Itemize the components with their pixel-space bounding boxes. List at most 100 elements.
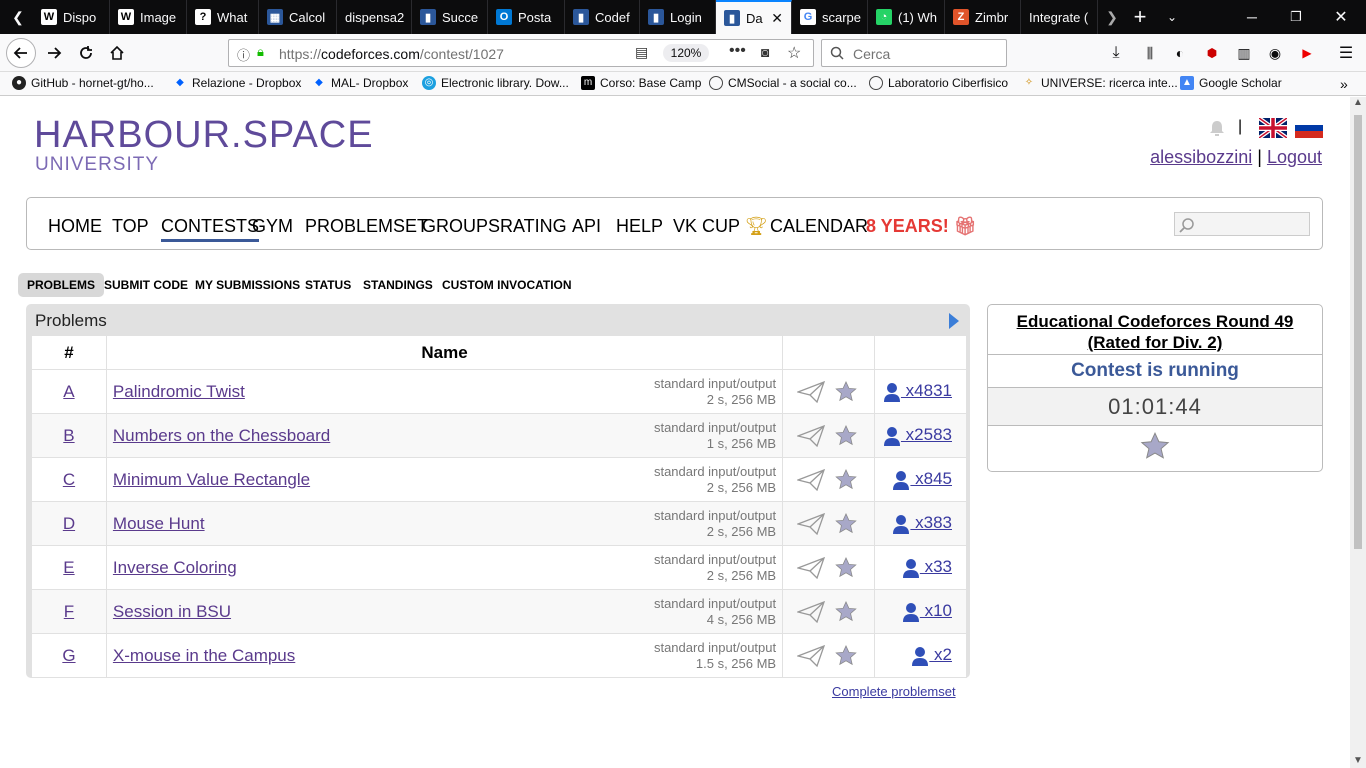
problem-name-link[interactable]: Numbers on the Chessboard [113, 426, 330, 445]
browser-tab[interactable]: ▮ Da ✕ [716, 0, 792, 34]
sidebar-icon[interactable]: ▥ [1230, 39, 1258, 67]
menu-gym[interactable]: GYM [252, 216, 293, 237]
bookmark-item[interactable]: ▲ Google Scholar [1180, 76, 1282, 90]
forward-button[interactable] [40, 39, 68, 67]
star-icon[interactable] [835, 381, 857, 402]
browser-tab[interactable]: ▮ Login [640, 0, 716, 34]
site-logo-subtitle[interactable]: UNIVERSITY [35, 154, 159, 176]
problem-name-link[interactable]: X-mouse in the Campus [113, 646, 295, 665]
submit-plane-icon[interactable] [797, 424, 826, 447]
browser-tab[interactable]: ? What [187, 0, 259, 34]
username-link[interactable]: alessibozzini [1150, 147, 1252, 167]
submit-plane-icon[interactable] [797, 380, 826, 403]
browser-tab[interactable]: Gscarpe [792, 0, 868, 34]
browser-tab[interactable]: ▦ Calcol [259, 0, 337, 34]
bookmark-star-icon[interactable]: ☆ [787, 43, 801, 63]
russian-flag-icon[interactable] [1295, 118, 1323, 138]
browser-tab[interactable]: ▮ Succe [412, 0, 488, 34]
bookmark-item[interactable]: m Corso: Base Camp [581, 76, 701, 90]
menu-contests[interactable]: CONTESTS [161, 216, 260, 242]
solved-count-link[interactable]: x10 [902, 601, 952, 622]
page-actions-icon[interactable]: ••• [729, 42, 746, 60]
tabs-scroll-right-icon[interactable]: ❯ [1098, 3, 1126, 31]
lock-icon[interactable]: 🔒︎ [257, 44, 264, 60]
minimize-icon[interactable]: ─ [1238, 3, 1266, 31]
youtube-icon[interactable]: ▶ [1293, 39, 1321, 67]
extension-2-icon[interactable]: ◉ [1261, 39, 1289, 67]
submit-plane-icon[interactable] [797, 600, 826, 623]
menu-api[interactable]: API [572, 216, 601, 237]
problem-index-link[interactable]: E [63, 558, 74, 577]
problem-index-link[interactable]: C [63, 470, 75, 489]
menu-8-years[interactable]: 8 YEARS! 🎁︎ [866, 216, 977, 237]
menu-groups[interactable]: GROUPS [422, 216, 500, 237]
submit-plane-icon[interactable] [797, 556, 826, 579]
problem-index-link[interactable]: B [63, 426, 74, 445]
tab-my-submissions[interactable]: MY SUBMISSIONS [195, 273, 300, 297]
browser-tab[interactable]: W Dispo [33, 0, 110, 34]
problem-index-link[interactable]: G [62, 646, 75, 665]
extension-icon[interactable]: ◐ [1166, 39, 1194, 67]
submit-plane-icon[interactable] [797, 468, 826, 491]
browser-tab[interactable]: dispensa2 [337, 0, 412, 34]
complete-problemset-link[interactable]: Complete problemset [832, 684, 956, 699]
star-icon[interactable] [835, 557, 857, 578]
site-logo[interactable]: HARBOUR.SPACE [34, 114, 374, 157]
bookmarks-overflow-icon[interactable]: » [1340, 76, 1348, 92]
problem-name-link[interactable]: Palindromic Twist [113, 382, 245, 401]
solved-count-link[interactable]: x383 [892, 513, 952, 534]
menu-home[interactable]: HOME [48, 216, 102, 237]
browser-tab[interactable]: ◔ (1) Wh [868, 0, 945, 34]
tab-close-icon[interactable]: ✕ [771, 10, 783, 27]
problem-name-link[interactable]: Minimum Value Rectangle [113, 470, 310, 489]
site-search-input[interactable] [1174, 212, 1310, 236]
back-button[interactable] [6, 38, 36, 68]
problem-index-link[interactable]: A [63, 382, 74, 401]
hamburger-menu-icon[interactable]: ☰ [1332, 39, 1360, 67]
solved-count-link[interactable]: x2 [911, 645, 952, 666]
menu-top[interactable]: TOP [112, 216, 149, 237]
star-icon[interactable] [835, 425, 857, 446]
bookmark-item[interactable]: ◎ Electronic library. Dow... [422, 76, 569, 90]
url-text[interactable]: https://codeforces.com/contest/1027 [279, 46, 504, 62]
solved-count-link[interactable]: x845 [892, 469, 952, 490]
notification-bell-icon[interactable] [1207, 118, 1227, 138]
info-icon[interactable]: ⓘ [237, 45, 250, 64]
browser-tab[interactable]: ▮ Codef [565, 0, 640, 34]
tabs-scroll-left-icon[interactable]: ❮ [4, 3, 32, 31]
problem-name-link[interactable]: Inverse Coloring [113, 558, 237, 577]
tab-custom-invocation[interactable]: CUSTOM INVOCATION [442, 273, 572, 297]
bookmark-item[interactable]: ✧ UNIVERSE: ricerca inte... [1022, 76, 1178, 90]
favourite-contest[interactable] [988, 426, 1322, 470]
scroll-down-icon[interactable]: ▼ [1353, 755, 1363, 766]
problem-name-link[interactable]: Session in BSU [113, 602, 231, 621]
contest-name-link[interactable]: Educational Codeforces Round 49 (Rated f… [1017, 312, 1294, 352]
english-flag-icon[interactable] [1259, 118, 1287, 138]
menu-help[interactable]: HELP [616, 216, 663, 237]
problem-name-link[interactable]: Mouse Hunt [113, 514, 205, 533]
solved-count-link[interactable]: x4831 [883, 381, 952, 402]
browser-tab[interactable]: Integrate ( [1021, 0, 1098, 34]
tab-problems[interactable]: PROBLEMS [18, 273, 105, 297]
ublock-icon[interactable]: ⬢ [1198, 39, 1226, 67]
solved-count-link[interactable]: x2583 [883, 425, 952, 446]
menu-problemset[interactable]: PROBLEMSET [305, 216, 428, 237]
bookmark-item[interactable]: ◆ MAL- Dropbox [312, 76, 408, 90]
bookmark-item[interactable]: Laboratorio Ciberfisico [869, 76, 1008, 90]
star-icon[interactable] [835, 645, 857, 666]
tab-list-icon[interactable]: ⌄ [1158, 3, 1186, 31]
browser-tab[interactable]: Z Zimbr [945, 0, 1021, 34]
browser-tab[interactable]: W Image [110, 0, 187, 34]
reader-view-icon[interactable]: ▤ [635, 44, 648, 61]
url-bar[interactable]: ⓘ 🔒︎ https://codeforces.com/contest/1027… [228, 39, 814, 67]
page-scrollbar[interactable]: ▲ ▼ [1350, 97, 1366, 768]
menu-rating[interactable]: RATING [500, 216, 567, 237]
submit-plane-icon[interactable] [797, 512, 826, 535]
submit-plane-icon[interactable] [797, 644, 826, 667]
expand-arrow-icon[interactable] [949, 313, 959, 329]
browser-tab[interactable]: O Posta [488, 0, 565, 34]
menu-vk-cup[interactable]: VK CUP 🏆︎ [673, 216, 768, 237]
scrollbar-thumb[interactable] [1354, 115, 1362, 549]
search-field[interactable]: Cerca [821, 39, 1007, 67]
star-icon[interactable] [835, 469, 857, 490]
